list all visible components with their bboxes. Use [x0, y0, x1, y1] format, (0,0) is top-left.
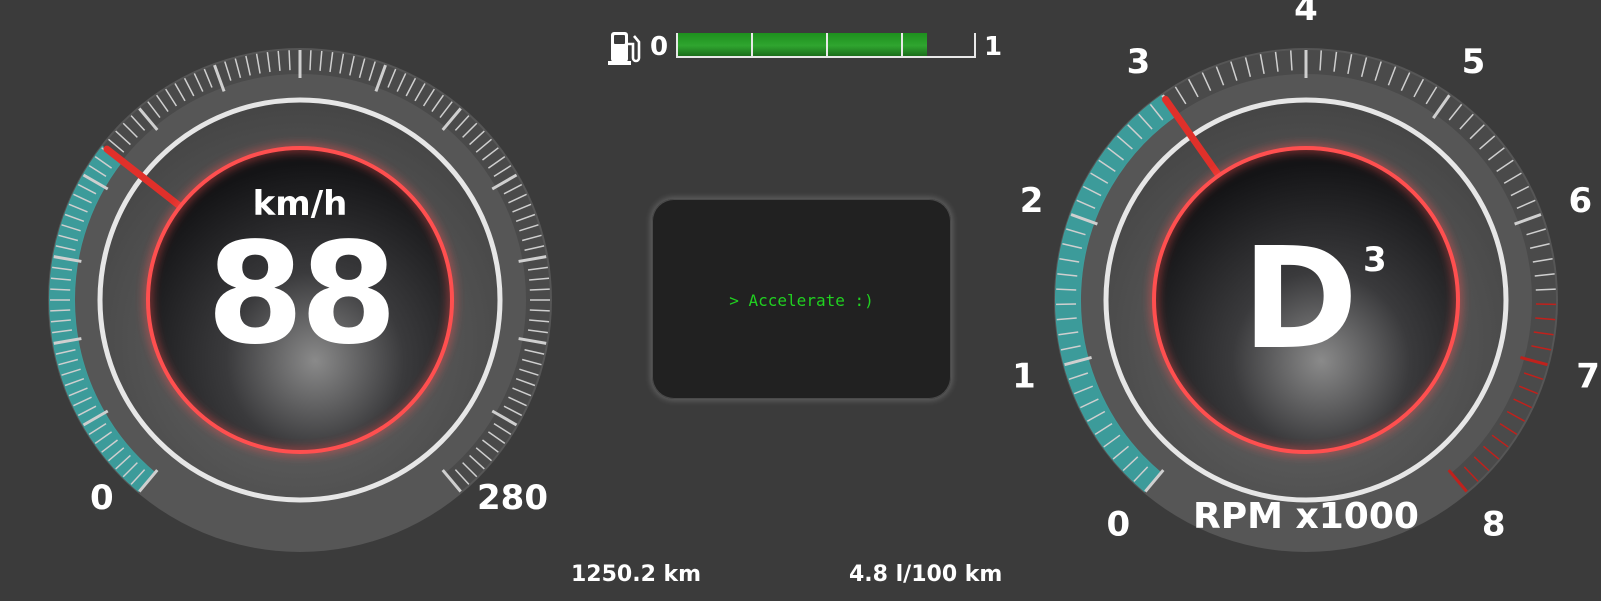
tach-scale-label: 2 [1020, 181, 1044, 221]
gauge-tick [1056, 288, 1077, 291]
tach-scale-label: 7 [1576, 357, 1600, 397]
gauge-tick [309, 50, 312, 71]
tach-scale-label: 5 [1462, 42, 1486, 82]
fuel-consumption-readout: 4.8 l/100 km [849, 562, 1003, 587]
gauge-tick [529, 309, 550, 312]
tach-scale-label: 1 [1012, 357, 1036, 397]
display-message: > Accelerate :) [729, 291, 874, 310]
gauge-tick [529, 288, 550, 291]
tach-unit-label: RPM x1000 [1193, 496, 1419, 537]
fuel-gauge-bar [676, 33, 976, 58]
speed-max-label: 280 [477, 478, 548, 518]
fuel-max-label: 1 [984, 32, 1003, 62]
fuel-pump-icon [608, 30, 642, 70]
gauge-tick [50, 309, 71, 312]
fuel-level-fill [678, 33, 927, 56]
tach-scale-label: 4 [1294, 0, 1318, 29]
info-display: > Accelerate :) [652, 199, 951, 399]
fuel-tick [901, 33, 903, 56]
speed-min-label: 0 [90, 478, 114, 518]
gauge-tick [50, 288, 71, 291]
tach-scale-label: 0 [1106, 505, 1130, 545]
gauge-tick [288, 50, 291, 71]
fuel-tick [826, 33, 828, 56]
odometer-readout: 1250.2 km [571, 562, 702, 587]
tach-scale-label: 8 [1482, 505, 1506, 545]
fuel-min-label: 0 [650, 32, 669, 62]
instrument-cluster: 0 1 2 3 4 5 6 7 8 RPM x1000 km/h 88 0 280 0 1 > A… [0, 0, 1601, 601]
tach-scale-label: 6 [1569, 181, 1593, 221]
fuel-tick [751, 33, 753, 56]
gear-letter: D [1241, 218, 1359, 381]
tach-scale-label: 3 [1127, 42, 1151, 82]
gear-number: 3 [1363, 240, 1387, 280]
gauge-tick [1535, 288, 1556, 291]
speed-value: 88 [206, 213, 398, 376]
